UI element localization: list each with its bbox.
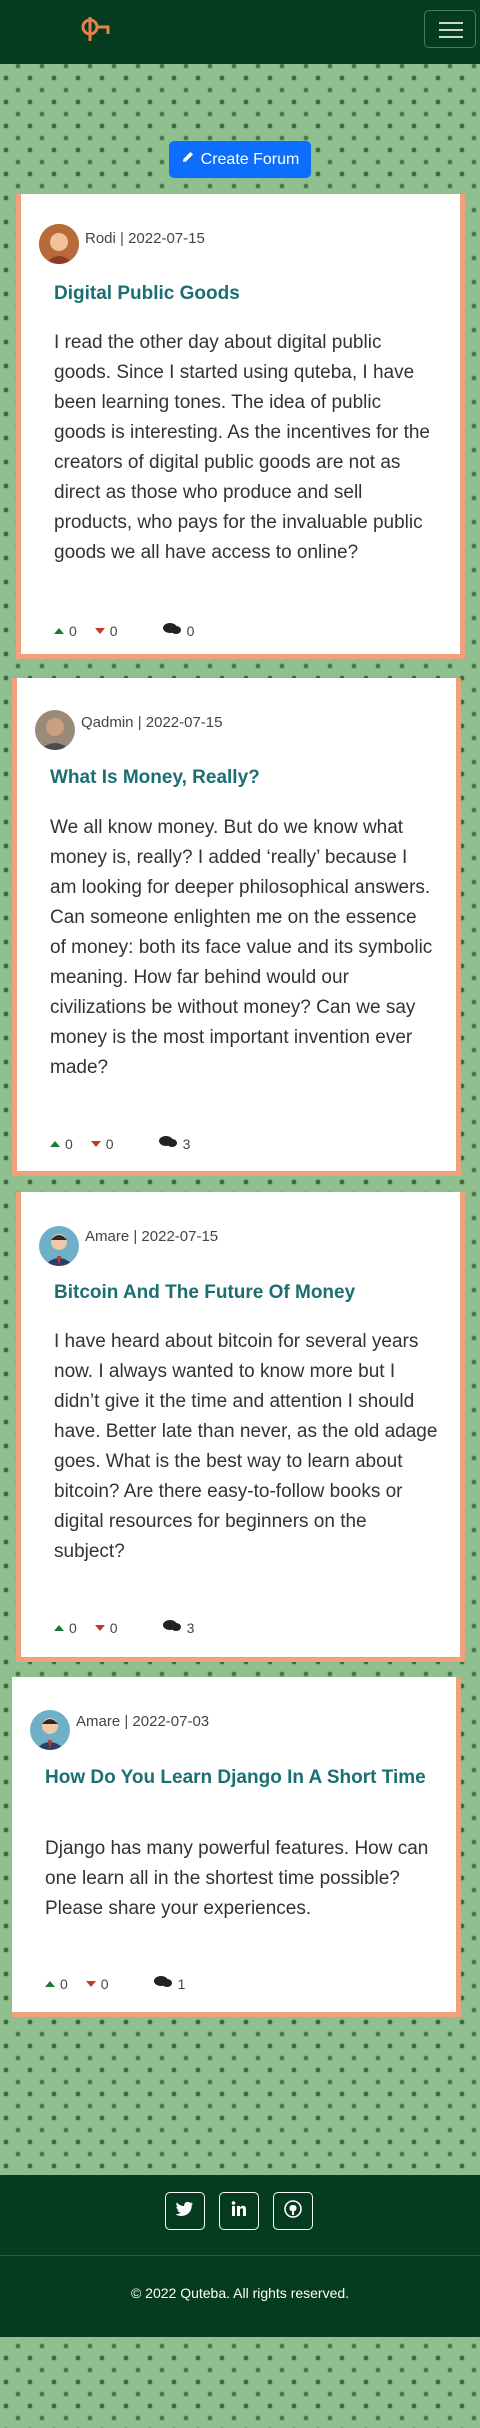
- footer-divider: [0, 2255, 480, 2256]
- downvote-icon: [85, 1980, 96, 1987]
- create-forum-button[interactable]: Create Forum: [169, 141, 311, 178]
- comments-button[interactable]: 3: [162, 1619, 194, 1636]
- downvote-icon: [90, 1140, 101, 1147]
- post-meta: Rodi | 2022-07-15: [85, 230, 205, 247]
- twitter-link[interactable]: [165, 2192, 205, 2230]
- upvote-icon: [54, 627, 64, 634]
- downvote-button[interactable]: 0: [85, 1976, 109, 1992]
- copyright: © 2022 Quteba. All rights reserved.: [130, 2285, 350, 2301]
- upvote-button[interactable]: 0: [50, 1136, 73, 1152]
- comments-icon: [158, 1135, 178, 1152]
- post-meta: Qadmin | 2022-07-15: [81, 714, 223, 731]
- comments-icon: [153, 1975, 173, 1992]
- comments-icon: [162, 622, 182, 639]
- menu-toggle-button[interactable]: [424, 10, 476, 48]
- post-meta: Amare | 2022-07-15: [85, 1228, 219, 1245]
- navbar: [0, 0, 480, 64]
- twitter-icon: [175, 2201, 194, 2222]
- post-body: I read the other day about digital publi…: [54, 332, 430, 563]
- post-card[interactable]: Rodi | 2022-07-15 Digital Public Goods I…: [16, 194, 465, 659]
- linkedin-icon: [231, 2200, 247, 2222]
- logo-icon[interactable]: [78, 14, 114, 44]
- avatar: [30, 1710, 70, 1750]
- post-card[interactable]: Amare | 2022-07-03 How Do You Learn Djan…: [12, 1677, 461, 2017]
- post-body: We all know money. But do we know what m…: [50, 817, 433, 1078]
- post-body: Django has many powerful features. How c…: [45, 1838, 429, 1919]
- post-title[interactable]: What Is Money, Really?: [50, 765, 436, 790]
- post-stats: 0 0 3: [54, 1619, 212, 1636]
- create-forum-label: Create Forum: [200, 150, 300, 168]
- avatar: [35, 710, 75, 750]
- comments-button[interactable]: 1: [153, 1975, 185, 1992]
- linkedin-link[interactable]: [219, 2192, 259, 2230]
- downvote-button[interactable]: 0: [94, 623, 118, 639]
- post-meta: Amare | 2022-07-03: [76, 1713, 210, 1730]
- post-card[interactable]: Amare | 2022-07-15 Bitcoin And The Futur…: [16, 1192, 465, 1662]
- comments-button[interactable]: 3: [158, 1135, 190, 1152]
- upvote-icon: [50, 1140, 60, 1147]
- post-title[interactable]: Digital Public Goods: [54, 281, 440, 306]
- downvote-button[interactable]: 0: [94, 1620, 118, 1636]
- comments-icon: [162, 1619, 182, 1636]
- avatar: [39, 1226, 79, 1266]
- upvote-button[interactable]: 0: [54, 1620, 77, 1636]
- post-title[interactable]: Bitcoin And The Future Of Money: [54, 1280, 440, 1305]
- downvote-icon: [94, 627, 105, 634]
- post-stats: 0 0 0: [54, 622, 212, 639]
- post-title[interactable]: How Do You Learn Django In A Short Time: [45, 1765, 436, 1790]
- github-icon: [284, 2199, 302, 2223]
- upvote-button[interactable]: 0: [45, 1976, 68, 1992]
- avatar: [39, 224, 79, 264]
- comments-button[interactable]: 0: [162, 622, 194, 639]
- post-stats: 0 0 3: [50, 1135, 208, 1152]
- post-body: I have heard about bitcoin for several y…: [54, 1331, 438, 1562]
- post-stats: 0 0 1: [45, 1975, 203, 1992]
- hamburger-icon: [439, 22, 463, 24]
- upvote-icon: [54, 1624, 64, 1631]
- copyright-icon: ©: [130, 2285, 142, 2301]
- post-card[interactable]: Qadmin | 2022-07-15 What Is Money, Reall…: [12, 678, 461, 1176]
- downvote-button[interactable]: 0: [90, 1136, 114, 1152]
- upvote-icon: [45, 1980, 55, 1987]
- downvote-icon: [94, 1624, 105, 1631]
- github-link[interactable]: [273, 2192, 313, 2230]
- upvote-button[interactable]: 0: [54, 623, 77, 639]
- pencil-icon: [181, 150, 195, 169]
